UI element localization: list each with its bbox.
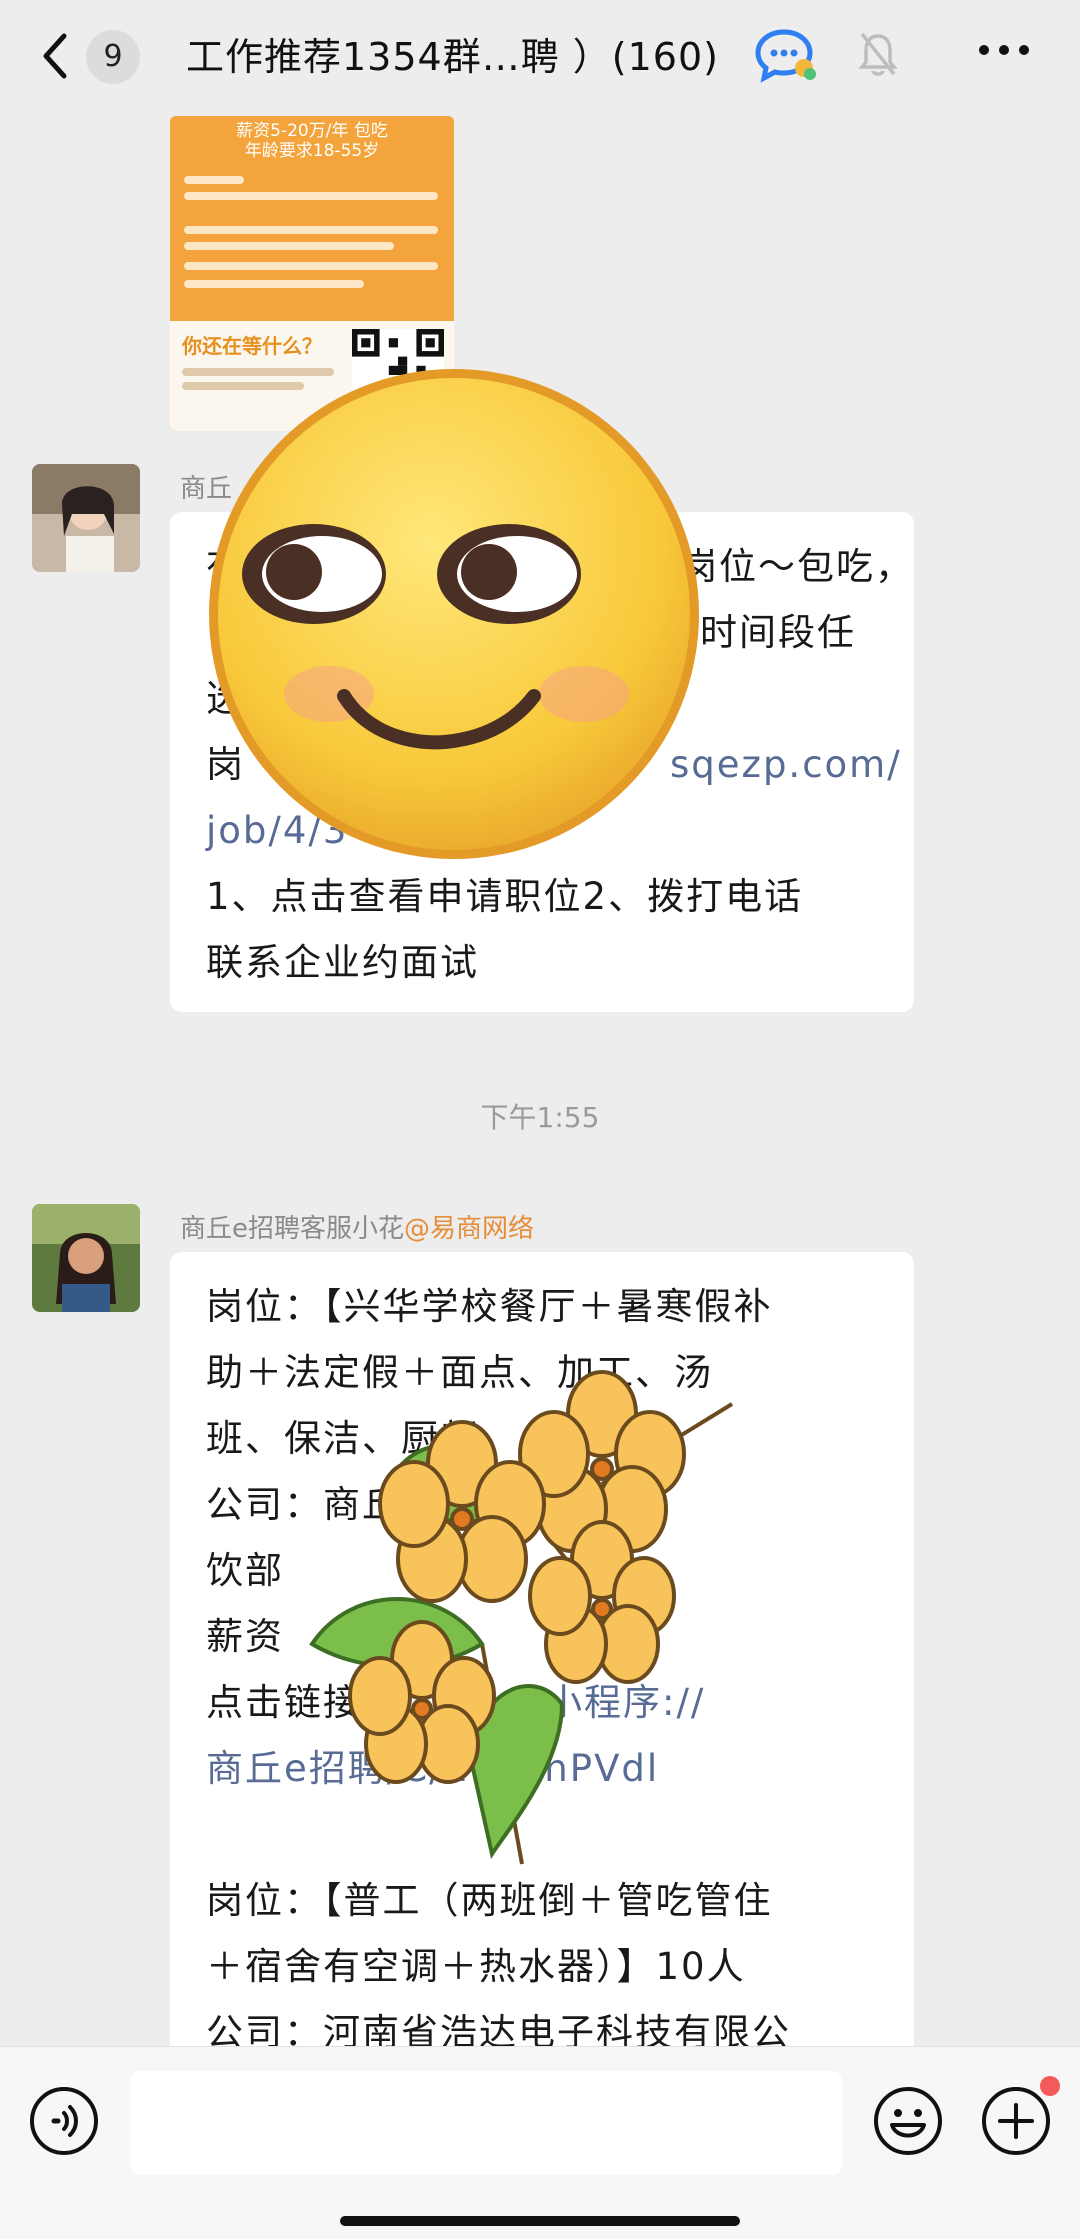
notification-dot — [1040, 2076, 1060, 2096]
plus-button[interactable] — [980, 2085, 1052, 2157]
input-bar — [0, 2046, 1080, 2239]
chat-bubble-icon[interactable] — [754, 26, 816, 88]
flower-sticker-icon — [272, 1344, 792, 1888]
mention-tag[interactable]: @易商网络 — [404, 1214, 534, 1244]
more-dots-icon[interactable] — [976, 40, 1032, 64]
sender-name: 商丘e招聘客服小花@易商网络 — [180, 1208, 534, 1245]
message-link[interactable]: sqezp.com/ — [670, 732, 902, 798]
message-text: 联系企业约面试 — [206, 941, 479, 984]
voice-icon — [30, 2087, 98, 2155]
unread-badge: 9 — [86, 30, 140, 84]
chat-title: 工作推荐1354群…聘 ）(160) — [186, 35, 719, 79]
chat-area[interactable]: 薪资5-20万/年 包吃 年龄要求18-55岁 你还在等什么？ 商丘 岗位～包吃… — [0, 116, 1080, 2046]
message-text: 时间段任 — [700, 611, 856, 654]
avatar[interactable] — [32, 464, 140, 572]
home-indicator[interactable] — [340, 2216, 740, 2226]
message-text: 岗位～包吃， — [680, 545, 914, 588]
message-text: 1、点击查看申请职位2、拨打电话 — [206, 875, 804, 918]
plus-icon — [982, 2087, 1050, 2155]
chat-header: 9 工作推荐1354群…聘 ）(160) — [0, 0, 1080, 116]
message-text: 岗位：【兴华学校餐厅＋暑寒假补 — [206, 1285, 773, 1328]
message-text: 公司：河南省浩达电子科技有限公 — [206, 2011, 791, 2046]
smile-sticker-icon — [204, 364, 704, 868]
poster-cta: 你还在等什么？ — [182, 334, 322, 358]
chevron-left-icon — [43, 33, 67, 79]
emoji-button[interactable] — [872, 2085, 944, 2157]
sender-label: 商丘e招聘客服小花 — [180, 1214, 404, 1244]
message-timestamp: 下午1:55 — [480, 1101, 600, 1134]
message-text: ＋宿舍有空调＋热水器）】10人 — [206, 1945, 746, 1988]
back-button[interactable] — [36, 28, 76, 84]
bell-off-icon — [858, 30, 898, 82]
voice-button[interactable] — [28, 2085, 100, 2157]
avatar[interactable] — [32, 1204, 140, 1312]
emoji-icon — [874, 2087, 942, 2155]
poster-line: 年龄要求18-55岁 — [244, 141, 380, 161]
message-input[interactable] — [130, 2071, 842, 2175]
